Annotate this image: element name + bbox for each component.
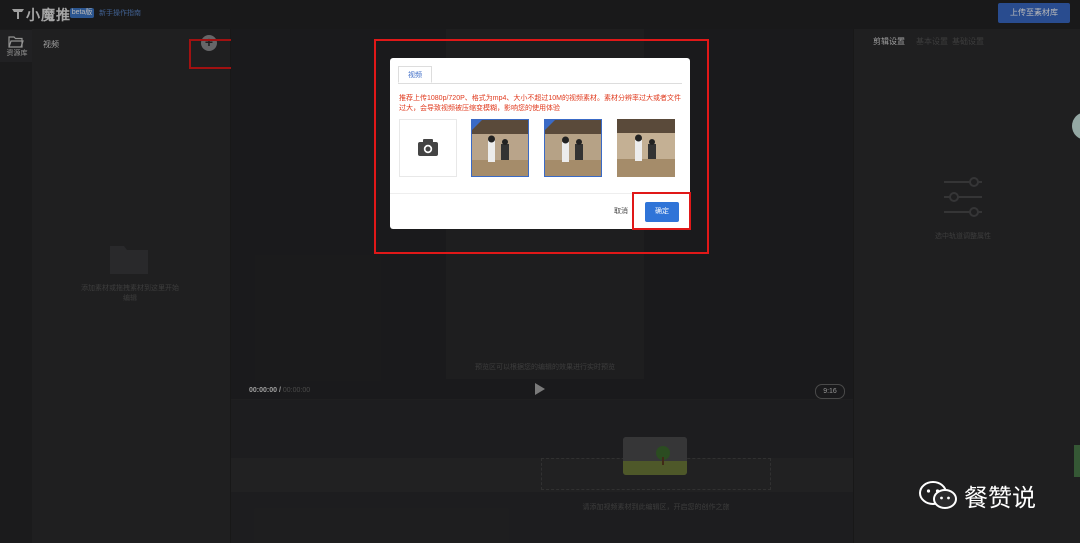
confirm-highlight-box: [632, 192, 691, 230]
wechat-icon: [918, 480, 958, 510]
watermark-text: 餐赞说: [964, 485, 1036, 512]
